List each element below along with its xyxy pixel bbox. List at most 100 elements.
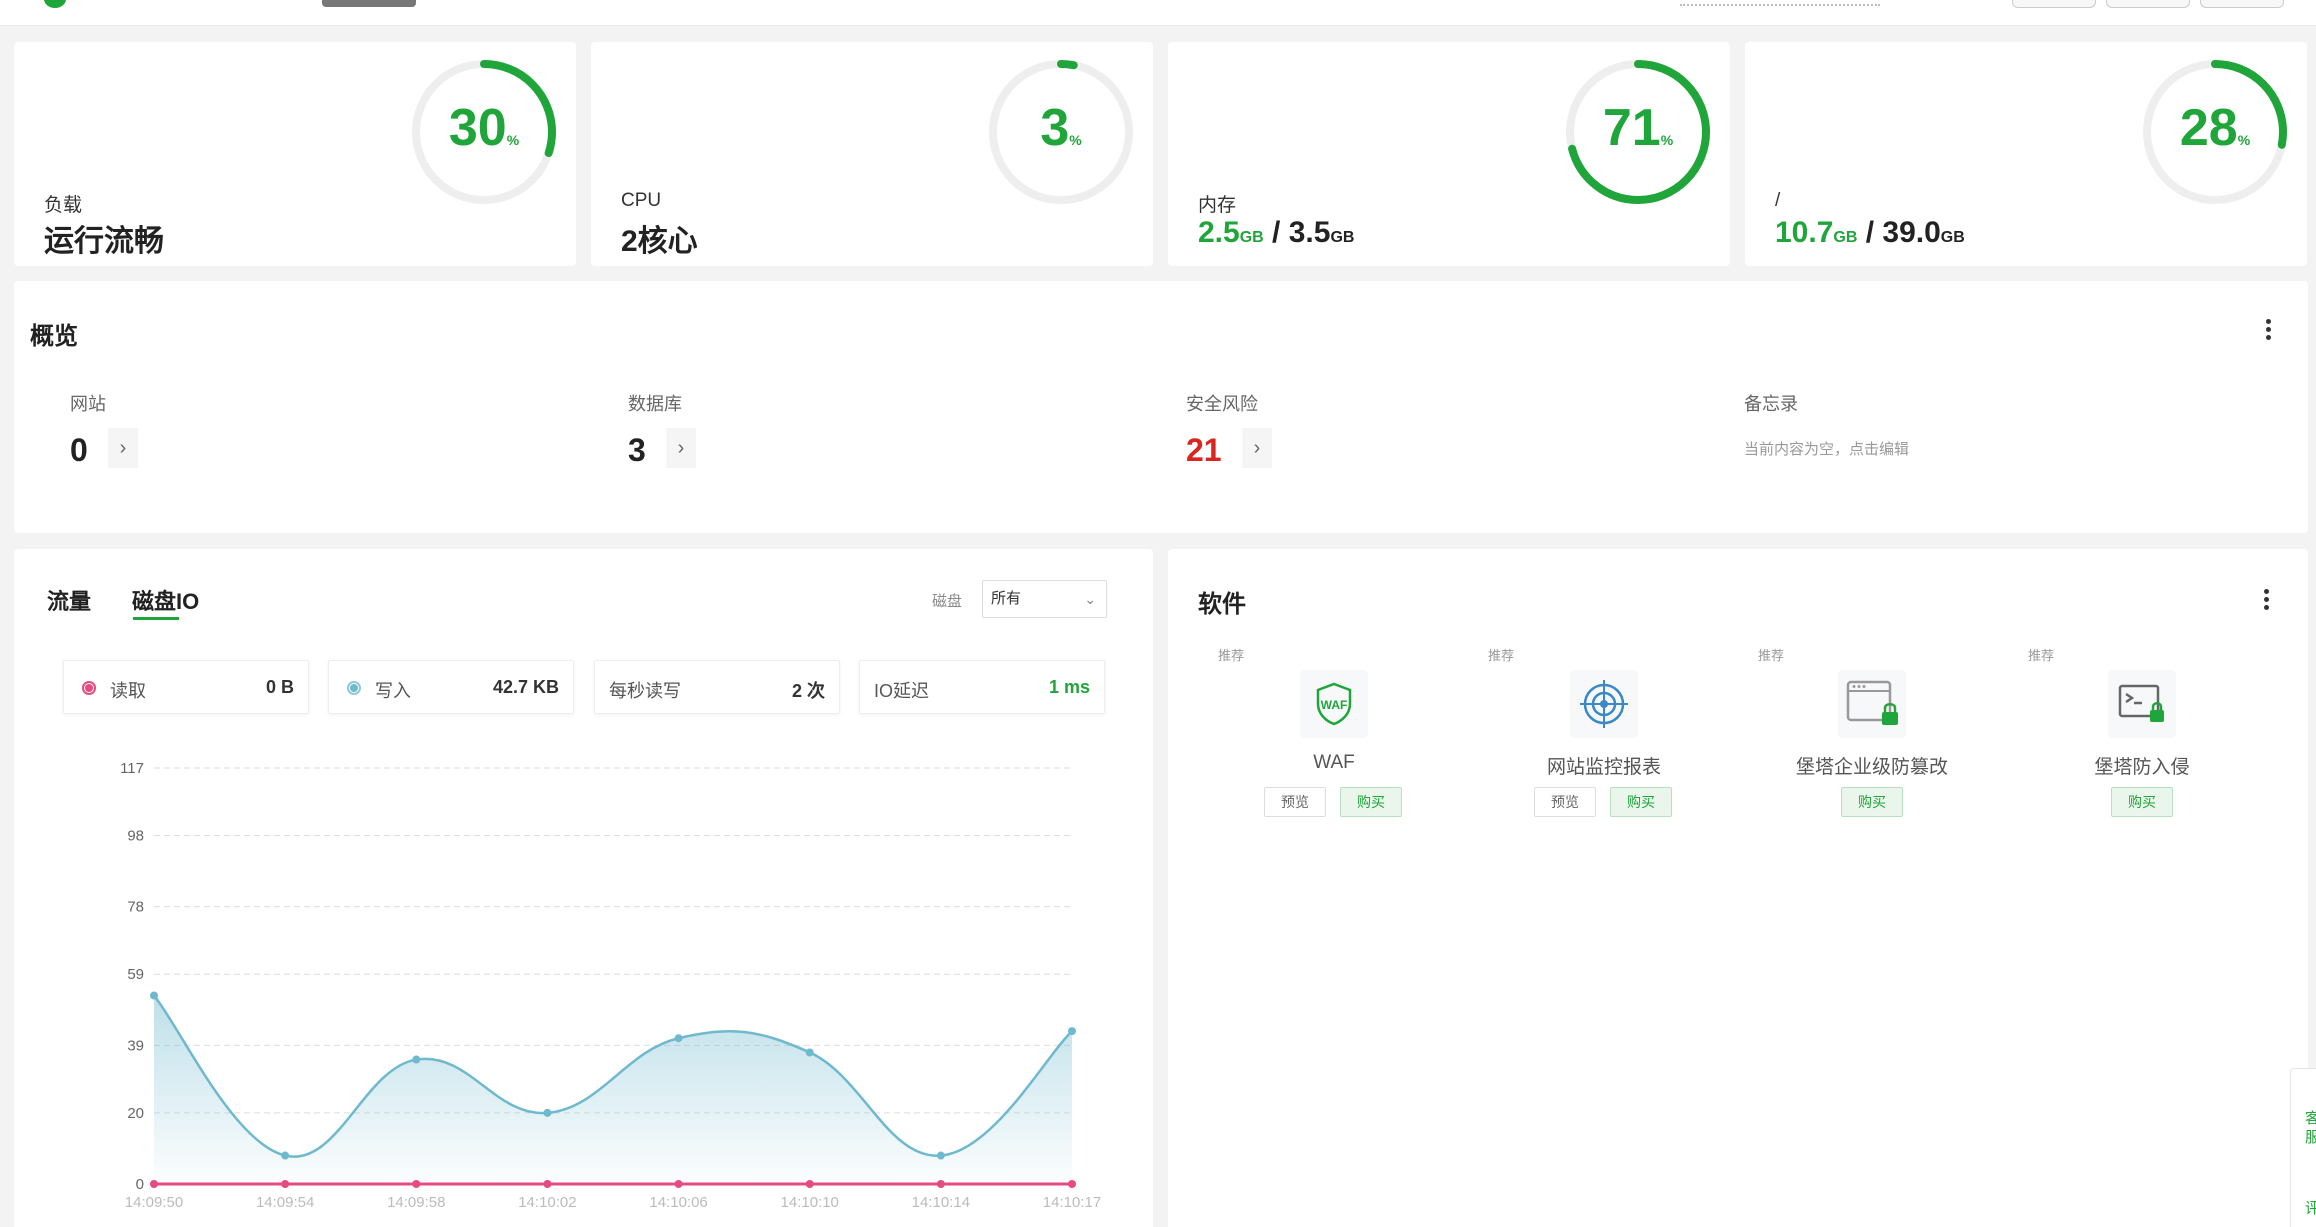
write-point — [543, 1108, 552, 1117]
overview-websites: 网站 0 › — [70, 390, 138, 468]
x-tick-label: 14:10:17 — [1043, 1194, 1101, 1211]
x-tick-label: 14:09:54 — [256, 1194, 314, 1211]
recommend-tag-3: 推荐 — [1758, 648, 1785, 663]
disk-select[interactable]: 所有 ⌄ — [982, 580, 1107, 618]
read-legend-icon[interactable] — [82, 681, 96, 695]
intrusion-buy-button[interactable]: 购买 — [2111, 787, 2173, 817]
y-tick-label: 117 — [120, 760, 144, 777]
stat-latency-value: 1 ms — [1048, 677, 1090, 697]
cpu-cores: 2核心 — [621, 225, 698, 258]
databases-label: 数据库 — [628, 394, 682, 414]
overview-title: 概览 — [30, 323, 78, 350]
write-point — [805, 1048, 814, 1057]
overview-more-icon[interactable] — [2264, 318, 2272, 342]
security-label: 安全风险 — [1186, 394, 1258, 414]
read-point — [543, 1180, 552, 1188]
overview-security: 安全风险 21 › — [1186, 390, 1272, 468]
overview-card — [14, 281, 2308, 533]
databases-arrow-icon[interactable]: › — [666, 428, 696, 468]
load-label: 负载 — [44, 195, 83, 216]
memory-card[interactable]: 71% 内存 2.5GB / 3.5GB — [1168, 42, 1730, 266]
waf-shield-icon[interactable]: WAF — [1300, 670, 1368, 738]
stat-read: 读取 0 B — [63, 660, 309, 714]
disk-usage: 10.7GB / 39.0GB — [1775, 216, 1965, 249]
disk-label: / — [1775, 190, 1781, 211]
read-point — [281, 1180, 290, 1188]
app-name-monitor: 网站监控报表 — [1546, 757, 1661, 778]
disk-card[interactable]: 28% / 10.7GB / 39.0GB — [1745, 42, 2307, 266]
write-point — [936, 1151, 945, 1160]
monitor-preview-button[interactable]: 预览 — [1534, 787, 1596, 817]
top-bar — [0, 0, 2316, 26]
write-legend-icon[interactable] — [347, 681, 361, 695]
security-count[interactable]: 21 — [1186, 432, 1222, 469]
stat-write: 写入 42.7 KB — [328, 660, 574, 714]
software-more-icon[interactable] — [2262, 588, 2270, 612]
top-button-3[interactable] — [2200, 0, 2284, 8]
load-percent: 30% — [448, 99, 520, 157]
service-label[interactable]: 客服 — [2305, 1109, 2316, 1147]
websites-arrow-icon[interactable]: › — [108, 428, 138, 468]
write-point — [281, 1151, 290, 1160]
waf-preview-button[interactable]: 预览 — [1264, 787, 1326, 817]
stat-latency: IO延迟 1 ms — [859, 660, 1105, 714]
y-tick-label: 78 — [127, 899, 144, 916]
overview-memo: 备忘录 当前内容为空，点击编辑 — [1744, 390, 1909, 458]
memory-percent: 71% — [1602, 99, 1674, 157]
x-tick-label: 14:09:58 — [387, 1194, 445, 1211]
waf-icon-text: WAF — [1321, 698, 1348, 712]
monitor-buy-button[interactable]: 购买 — [1610, 787, 1672, 817]
app-name-intrusion: 堡塔防入侵 — [2094, 757, 2190, 778]
memory-label: 内存 — [1198, 195, 1237, 216]
cpu-percent: 3% — [1040, 99, 1082, 157]
y-tick-label: 39 — [127, 1037, 144, 1054]
read-point — [805, 1180, 814, 1188]
active-tab-indicator — [133, 617, 179, 620]
top-button-1[interactable] — [2012, 0, 2096, 8]
tab-traffic[interactable]: 流量 — [47, 584, 91, 616]
tamper-lock-icon[interactable] — [1838, 670, 1906, 738]
x-tick-label: 14:10:02 — [518, 1194, 576, 1211]
y-tick-label: 0 — [136, 1176, 144, 1193]
stat-iops-label: 每秒读写 — [609, 681, 681, 701]
security-arrow-icon[interactable]: › — [1242, 428, 1272, 468]
terminal-lock-icon[interactable] — [2108, 670, 2176, 738]
x-tick-label: 14:10:14 — [912, 1194, 970, 1211]
disk-io-chart[interactable]: 0 20 39 59 78 98 117 14:09:50 14:09:54 14:09:58 14… — [100, 750, 1120, 1227]
databases-count[interactable]: 3 — [628, 432, 646, 469]
feedback-label[interactable]: 评 — [2305, 1197, 2316, 1218]
tab-disk-io[interactable]: 磁盘IO — [132, 584, 199, 616]
x-tick-label: 14:10:10 — [781, 1194, 839, 1211]
version-badge — [322, 0, 416, 7]
stat-iops: 每秒读写 2 次 — [594, 660, 840, 714]
recommend-tag-2: 推荐 — [1488, 648, 1515, 663]
read-point — [150, 1180, 158, 1188]
disk-select-label: 磁盘 — [932, 593, 963, 610]
cpu-label: CPU — [621, 190, 662, 211]
stat-read-label: 读取 — [110, 681, 146, 701]
top-button-2[interactable] — [2106, 0, 2190, 8]
app-name-waf: WAF — [1313, 752, 1355, 773]
stat-latency-label: IO延迟 — [874, 681, 930, 701]
software-title: 软件 — [1198, 591, 1246, 618]
write-point — [412, 1055, 421, 1064]
read-point — [1068, 1180, 1076, 1188]
top-bar-info — [1680, 0, 1880, 6]
read-point — [674, 1180, 683, 1188]
load-card[interactable]: 30% 负载 运行流畅 — [14, 42, 576, 266]
floating-service-widget[interactable]: 客服 评 — [2290, 1068, 2316, 1227]
waf-buy-button[interactable]: 购买 — [1340, 787, 1402, 817]
tamper-buy-button[interactable]: 购买 — [1841, 787, 1903, 817]
logo-icon — [44, 0, 66, 8]
websites-count[interactable]: 0 — [70, 432, 88, 469]
stat-write-value: 42.7 KB — [492, 677, 559, 697]
write-point — [674, 1034, 683, 1043]
y-tick-label: 98 — [127, 828, 144, 845]
monitor-target-icon[interactable] — [1570, 670, 1638, 738]
stat-write-label: 写入 — [375, 681, 411, 701]
memo-text[interactable]: 当前内容为空，点击编辑 — [1744, 438, 1909, 459]
memory-usage: 2.5GB / 3.5GB — [1198, 216, 1355, 249]
write-point — [1068, 1027, 1076, 1036]
software-card — [1168, 549, 2308, 1227]
cpu-card[interactable]: 3% CPU 2核心 — [591, 42, 1153, 266]
